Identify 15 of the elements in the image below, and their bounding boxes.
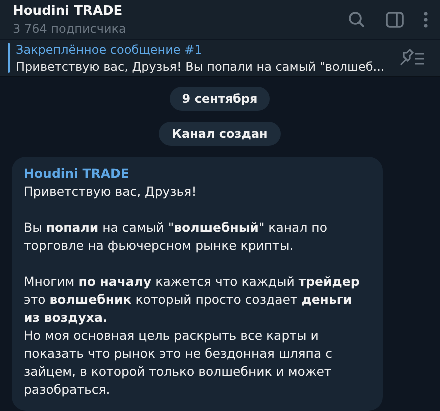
service-message: Канал создан — [159, 122, 281, 146]
message-author: Houdini TRADE — [24, 166, 130, 181]
pinned-preview: Приветствую вас, Друзья! Вы попали на самый "волшеб... — [16, 60, 386, 74]
pin-list-icon[interactable] — [398, 49, 426, 68]
pinned-label: Закреплённое сообщение #1 — [16, 42, 204, 57]
message-text: Вы попали на самый "волшебный" канал по торговле на фьючерсном рынке крипты. — [24, 219, 329, 255]
message-text: Многим по началу кажется что каждый трейдер это волшебник который просто создает деньги из воздуха. Но моя основная цель раскрыть все карты и показать что рынок это не бездонная шляпа с зайцем, в которой только волшебник и может разобраться. — [24, 273, 361, 399]
search-icon[interactable] — [348, 10, 366, 29]
date-pill: 9 сентября — [170, 87, 270, 111]
message-text: Приветствую вас, Друзья! — [24, 183, 198, 201]
more-icon[interactable] — [424, 12, 428, 28]
pinned-message-bar[interactable]: Закреплённое сообщение #1 Приветствую вас, Друзья! Вы попали на самый "волшеб... — [0, 39, 440, 77]
subscriber-count: 3 764 подписчика — [13, 22, 128, 36]
channel-title: Houdini TRADE — [13, 4, 124, 19]
sidebar-toggle-icon[interactable] — [386, 12, 404, 28]
